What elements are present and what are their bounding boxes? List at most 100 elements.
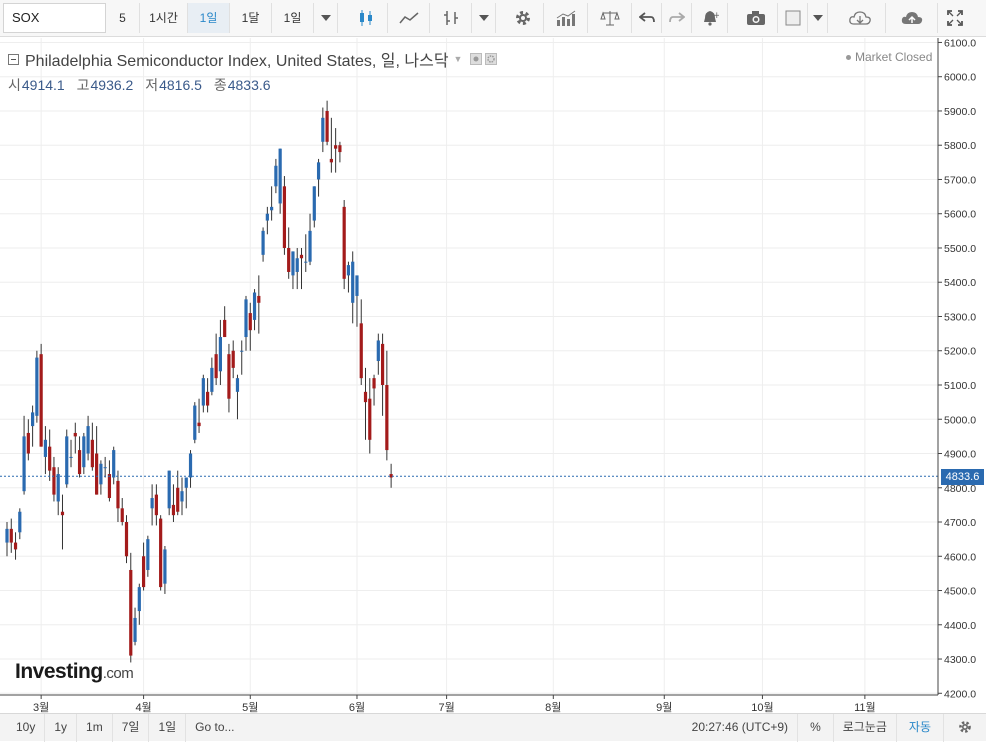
- candle-body-down: [26, 432, 30, 454]
- interval-dropdown-button[interactable]: 1일: [272, 3, 314, 33]
- y-axis-ticks: 4200.04300.04400.04500.04600.04700.04800…: [938, 38, 976, 700]
- alert-bell-icon[interactable]: +: [692, 3, 728, 33]
- candle-body-down: [372, 378, 376, 389]
- log-scale-button[interactable]: 로그눈금: [834, 713, 897, 742]
- candle-body-up: [261, 230, 265, 255]
- clock-time: 20:27:46: [691, 719, 739, 734]
- candle-body-up: [99, 463, 103, 485]
- candle-body-down: [171, 504, 176, 516]
- candle-body-up: [355, 275, 359, 296]
- x-tick-label: 9월: [656, 701, 672, 713]
- gear-small-icon: [485, 53, 498, 65]
- x-tick-label: 4월: [135, 701, 151, 713]
- high-label: 고: [76, 77, 90, 93]
- candlestick-type-icon[interactable]: [344, 3, 388, 33]
- interval-chevron-icon[interactable]: [314, 3, 338, 33]
- x-tick-label: 10월: [751, 701, 773, 713]
- y-tick-label: 6100.0: [944, 38, 976, 49]
- auto-scale-button[interactable]: 자동: [897, 713, 944, 742]
- logo-suffix: .com: [102, 665, 134, 682]
- candle-body-down: [154, 494, 158, 516]
- chart-type-chevron-icon[interactable]: [472, 3, 496, 33]
- goto-button[interactable]: Go to...: [186, 714, 243, 742]
- candle-body-down: [116, 480, 120, 509]
- candle-body-up: [316, 162, 321, 180]
- candle-body-up: [278, 148, 282, 204]
- y-tick-label: 4200.0: [944, 688, 976, 700]
- ohlc-values: 시4914.1 고4936.2 저4816.5 종4833.6: [8, 75, 497, 95]
- status-dot-icon: [846, 55, 851, 61]
- cloud-upload-icon[interactable]: [886, 3, 938, 33]
- chart-toolbar: SOX 5 1시간 1일 1달 1일 +: [0, 0, 986, 37]
- indicators-icon[interactable]: [544, 3, 588, 33]
- interval-1hour-button[interactable]: 1시간: [140, 3, 188, 33]
- candle-body-down: [39, 354, 43, 447]
- range-1d-button[interactable]: 1일: [149, 713, 187, 742]
- range-7d-button[interactable]: 7일: [113, 713, 150, 742]
- candle-body-up: [137, 587, 141, 612]
- color-chevron-icon[interactable]: [808, 3, 828, 33]
- interval-quick-button[interactable]: 5: [106, 3, 140, 33]
- logo-main: Investing: [15, 660, 103, 683]
- svg-text:+: +: [713, 11, 719, 21]
- title-settings-icons[interactable]: [470, 53, 498, 65]
- candle-body-down: [227, 354, 231, 399]
- x-tick-label: 3월: [33, 701, 49, 713]
- bottom-settings-icon[interactable]: [944, 714, 986, 742]
- title-dropdown-icon[interactable]: ▼: [454, 54, 463, 64]
- candle: [124, 515, 129, 564]
- x-axis-ticks: 3월 4월 5월 6월 7월 8월 9월 10월 11월: [33, 695, 876, 713]
- candle-body-down: [325, 110, 329, 142]
- camera-snapshot-icon[interactable]: [734, 3, 778, 33]
- range-1m-button[interactable]: 1m: [77, 713, 113, 742]
- candle-body-down: [342, 206, 346, 279]
- range-10y-button[interactable]: 10y: [0, 713, 46, 742]
- candle-body-up: [82, 436, 86, 468]
- candle-body-down: [95, 453, 99, 495]
- y-tick-label: 4900.0: [944, 449, 976, 461]
- settings-gear-icon[interactable]: [502, 3, 544, 33]
- candle-body-down: [231, 350, 235, 368]
- candle-body-up: [291, 251, 295, 276]
- candle-body-up: [201, 378, 205, 406]
- collapse-toggle-icon[interactable]: [8, 53, 19, 65]
- line-chart-icon[interactable]: [388, 3, 430, 33]
- y-tick-label: 4600.0: [944, 551, 976, 563]
- candle-body-down: [359, 323, 363, 379]
- candle-body-up: [69, 456, 73, 458]
- color-swatch-icon[interactable]: [778, 3, 808, 33]
- fullscreen-icon[interactable]: [938, 3, 972, 33]
- chart-title: Philadelphia Semiconductor Index, United…: [25, 53, 449, 70]
- range-1y-button[interactable]: 1y: [45, 713, 78, 742]
- interval-1month-button[interactable]: 1달: [230, 3, 272, 33]
- candle-body-down: [329, 158, 333, 163]
- candle-body-down: [282, 186, 287, 248]
- candle-body-up: [22, 436, 26, 492]
- low-label: 저: [145, 77, 159, 93]
- redo-icon[interactable]: [662, 3, 692, 33]
- candlestick-chart[interactable]: 4200.04300.04400.04500.04600.04700.04800…: [0, 38, 986, 713]
- undo-icon[interactable]: [632, 3, 662, 33]
- y-tick-label: 4300.0: [944, 654, 976, 666]
- candle-body-down: [13, 542, 18, 550]
- compare-scale-icon[interactable]: [588, 3, 632, 33]
- candle-body-up: [184, 477, 188, 488]
- low-value: 4816.5: [159, 77, 202, 93]
- candle-body-up: [103, 467, 107, 469]
- candle: [159, 515, 163, 591]
- candle-body-down: [363, 391, 368, 403]
- candle-body-up: [351, 261, 355, 303]
- symbol-input[interactable]: SOX: [3, 3, 106, 33]
- candle-body-down: [48, 446, 52, 471]
- bar-type-icon[interactable]: [430, 3, 472, 33]
- candle-body-up: [180, 491, 184, 502]
- candle-body-up: [252, 292, 257, 320]
- interval-1day-button[interactable]: 1일: [188, 3, 230, 33]
- x-tick-label: 7월: [438, 701, 454, 713]
- candle-body-up: [308, 230, 312, 262]
- candle-body-down: [120, 508, 124, 523]
- percent-scale-button[interactable]: %: [798, 713, 834, 742]
- cloud-download-icon[interactable]: [834, 3, 886, 33]
- candle-body-up: [133, 617, 137, 642]
- candle-body-up: [304, 261, 308, 263]
